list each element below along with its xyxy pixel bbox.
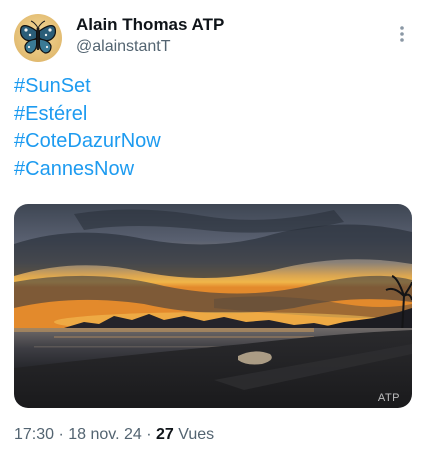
more-vertical-icon: [400, 26, 404, 42]
photo-watermark: ATP: [377, 392, 400, 404]
tweet-text: #SunSet #Estérel #CoteDazurNow #CannesNo…: [14, 73, 161, 183]
tweet: Alain Thomas ATP @alainstantT #SunSet #E…: [0, 0, 426, 454]
hashtag-link[interactable]: #CoteDazurNow: [14, 128, 161, 156]
tweet-meta: 17:30 · 18 nov. 24 · 27 Vues: [14, 425, 214, 445]
author-handle[interactable]: @alainstantT: [76, 37, 224, 57]
author-block: Alain Thomas ATP @alainstantT: [76, 15, 224, 57]
more-options-button[interactable]: [392, 24, 412, 44]
views-count: 27: [156, 426, 174, 443]
tweet-photo[interactable]: ATP: [14, 204, 412, 408]
views-label: Vues: [173, 426, 215, 443]
meta-separator: ·: [54, 426, 69, 443]
hashtag-link[interactable]: #SunSet: [14, 73, 161, 101]
sunset-photo: [14, 204, 412, 408]
tweet-date[interactable]: 18 nov. 24: [68, 426, 142, 443]
meta-separator: ·: [141, 426, 157, 443]
hashtag-link[interactable]: #CannesNow: [14, 156, 161, 184]
avatar[interactable]: [14, 14, 62, 62]
author-display-name[interactable]: Alain Thomas ATP: [76, 15, 224, 35]
butterfly-icon: [19, 20, 57, 54]
hashtag-link[interactable]: #Estérel: [14, 101, 161, 129]
tweet-time[interactable]: 17:30: [14, 426, 54, 443]
